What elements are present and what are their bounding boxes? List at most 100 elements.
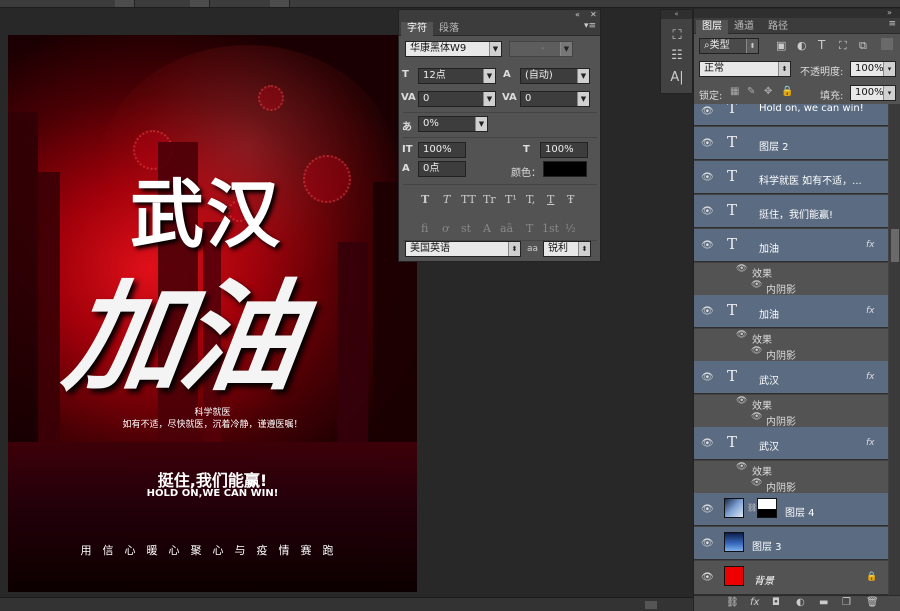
tab-layers[interactable]: 图层 — [696, 20, 728, 34]
visibility-eye-icon[interactable]: 👁 — [701, 504, 714, 515]
layer-effects-icon[interactable]: fx — [866, 438, 875, 448]
effects-row[interactable]: 👁 效果 — [694, 329, 888, 346]
visibility-eye-icon[interactable]: 👁 — [751, 280, 762, 290]
layer-effects-icon[interactable]: fx — [866, 306, 875, 316]
old-style-button[interactable]: ơ — [442, 222, 449, 235]
scroll-thumb[interactable] — [891, 229, 899, 262]
toolbar-button[interactable] — [115, 0, 135, 7]
ligature-button[interactable]: fi — [421, 222, 428, 235]
baseline-field[interactable]: 0点 — [418, 161, 466, 177]
tab-channels[interactable]: 通道 — [728, 20, 760, 34]
visibility-eye-icon[interactable]: 👁 — [701, 138, 714, 149]
scroll-thumb[interactable] — [645, 601, 657, 609]
layer-effects-icon[interactable]: fx — [866, 372, 875, 382]
visibility-eye-icon[interactable]: 👁 — [701, 572, 714, 583]
properties-icon[interactable]: ☷ — [667, 48, 687, 66]
swash-button[interactable]: A — [483, 222, 491, 235]
tab-paragraph[interactable]: 段落 — [433, 22, 465, 36]
fractions-button[interactable]: ½ — [565, 222, 576, 235]
stylistic-alternates-button[interactable]: aā — [500, 222, 513, 235]
panel-menu-icon[interactable]: ≡ — [888, 19, 896, 29]
visibility-eye-icon[interactable]: 👁 — [701, 172, 714, 183]
visibility-eye-icon[interactable]: 👁 — [736, 396, 747, 406]
effect-row[interactable]: 👁 内阴影 — [694, 279, 888, 296]
kerning-field[interactable]: 0 ▼ — [418, 91, 496, 107]
visibility-eye-icon[interactable]: 👁 — [736, 330, 747, 340]
toolbar-button[interactable] — [190, 0, 210, 7]
layer-filter-select[interactable]: ⌕类型 ⬍ — [699, 38, 759, 54]
filter-shape-icon[interactable]: ⛶ — [839, 39, 847, 53]
visibility-eye-icon[interactable]: 👁 — [701, 372, 714, 383]
subscript-button[interactable]: T, — [526, 193, 535, 206]
superscript-button[interactable]: T¹ — [505, 193, 517, 206]
filter-type-icon[interactable]: T — [818, 38, 825, 52]
visibility-eye-icon[interactable]: 👁 — [701, 206, 714, 217]
collapse-icon[interactable]: » — [887, 8, 892, 17]
visibility-eye-icon[interactable]: 👁 — [736, 264, 747, 274]
tab-paths[interactable]: 路径 — [762, 20, 794, 34]
link-icon[interactable]: ⛓ — [747, 503, 757, 512]
layer-row[interactable]: 👁 T 武汉 fx — [694, 361, 888, 394]
new-group-icon[interactable]: ▬ — [819, 597, 828, 608]
text-color-swatch[interactable] — [543, 161, 587, 177]
filter-toggle[interactable] — [881, 38, 893, 50]
discretionary-ligature-button[interactable]: st — [461, 222, 471, 235]
opacity-field[interactable]: 100% ▾ — [850, 61, 896, 77]
visibility-eye-icon[interactable]: 👁 — [701, 538, 714, 549]
effects-row[interactable]: 👁 效果 — [694, 263, 888, 280]
close-icon[interactable]: ✕ — [590, 10, 597, 19]
tab-character[interactable]: 字符 — [401, 22, 433, 36]
visibility-eye-icon[interactable]: 👁 — [751, 412, 762, 422]
new-layer-icon[interactable]: ❐ — [842, 597, 851, 608]
layer-row[interactable]: 👁 T 武汉 fx — [694, 427, 888, 460]
small-caps-button[interactable]: Tr — [483, 193, 496, 206]
vertical-scale-field[interactable]: 100% — [418, 142, 466, 158]
horizontal-scrollbar[interactable] — [0, 597, 693, 611]
layer-mask-thumbnail[interactable] — [757, 498, 777, 518]
effect-row[interactable]: 👁 内阴影 — [694, 477, 888, 494]
layer-row[interactable]: 👁 T 加油 fx — [694, 229, 888, 262]
toolbar-button[interactable] — [270, 0, 290, 7]
ordinals-button[interactable]: 1st — [542, 222, 559, 235]
font-family-select[interactable]: 华康黑体W9 ▼ — [405, 41, 502, 57]
visibility-eye-icon[interactable]: 👁 — [701, 306, 714, 317]
document-canvas[interactable]: 武汉 加油 科学就医 如有不适，尽快就医，沉着冷静，谨遵医嘱！ 挺住,我们能赢!… — [8, 35, 417, 592]
strikethrough-button[interactable]: Ŧ — [567, 193, 574, 206]
filter-pixel-icon[interactable]: ▣ — [776, 39, 786, 52]
horizontal-scale-field[interactable]: 100% — [540, 142, 588, 158]
titling-button[interactable]: T — [526, 222, 533, 235]
character-icon[interactable]: A| — [667, 70, 687, 88]
delete-layer-icon[interactable]: 🗑 — [866, 597, 879, 608]
collapse-icon[interactable]: « — [575, 10, 580, 19]
layer-row[interactable]: 👁 T 挺住，我们能赢! — [694, 195, 888, 228]
layer-row[interactable]: 👁 T 加油 fx — [694, 295, 888, 328]
effect-row[interactable]: 👁 内阴影 — [694, 411, 888, 428]
panel-menu-icon[interactable]: ▾≡ — [584, 21, 596, 31]
antialias-select[interactable]: 锐利 ⬍ — [543, 241, 591, 257]
visibility-eye-icon[interactable]: 👁 — [736, 462, 747, 472]
layer-row[interactable]: 👁 ⛓ 图层 4 — [694, 493, 888, 526]
underline-button[interactable]: T — [547, 193, 554, 206]
layer-row[interactable]: 👁 T 图层 2 — [694, 127, 888, 160]
visibility-eye-icon[interactable]: 👁 — [701, 106, 714, 117]
layer-row[interactable]: 👁 T Hold on, we can win! — [694, 104, 888, 126]
filter-adjustment-icon[interactable]: ◐ — [797, 39, 807, 52]
layer-row[interactable]: 👁 背景 🔒 — [694, 561, 888, 595]
lock-transparent-icon[interactable]: ▦ — [730, 86, 739, 97]
layer-effects-icon[interactable]: fx — [866, 240, 875, 250]
adjustment-layer-icon[interactable]: ◐ — [796, 597, 805, 608]
history-icon[interactable]: ⛶ — [667, 28, 687, 46]
effect-row[interactable]: 👁 内阴影 — [694, 345, 888, 362]
leading-field[interactable]: (自动) ▼ — [520, 68, 590, 84]
font-size-field[interactable]: 12点 ▼ — [418, 68, 496, 84]
tracking-field[interactable]: 0 ▼ — [520, 91, 590, 107]
layers-scrollbar[interactable] — [889, 104, 900, 595]
visibility-eye-icon[interactable]: 👁 — [751, 478, 762, 488]
add-style-icon[interactable]: fx — [750, 597, 759, 608]
blend-mode-select[interactable]: 正常 ⬍ — [699, 61, 791, 77]
add-mask-icon[interactable]: ◘ — [772, 597, 780, 608]
language-select[interactable]: 美国英语 ⬍ — [405, 241, 521, 257]
layer-row[interactable]: 👁 T 科学就医 如有不适，... — [694, 161, 888, 194]
faux-bold-button[interactable]: T — [421, 193, 429, 206]
lock-position-icon[interactable]: ✥ — [764, 86, 772, 97]
